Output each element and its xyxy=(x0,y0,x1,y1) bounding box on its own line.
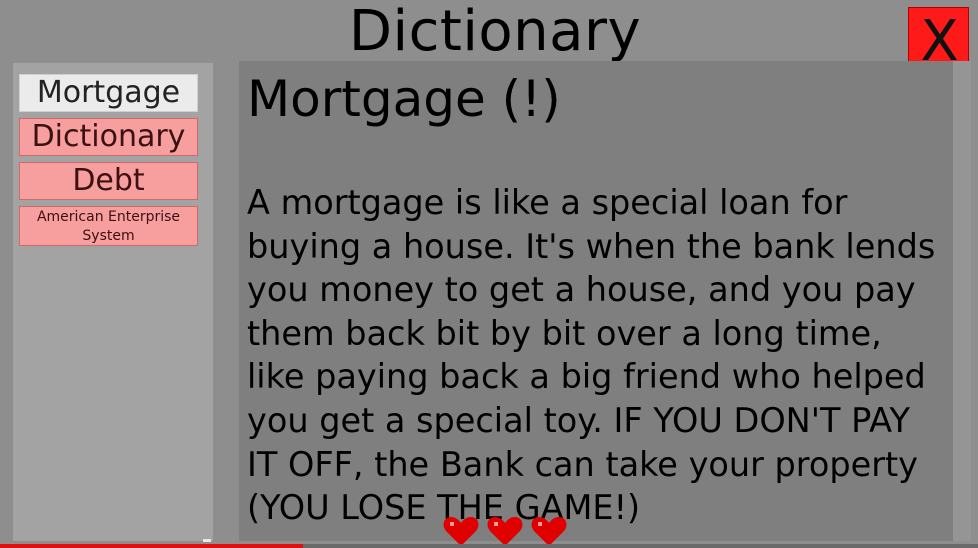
page-title: Dictionary xyxy=(348,0,642,64)
term-item-debt[interactable]: Debt xyxy=(19,162,198,200)
term-list[interactable]: Mortgage (!) Dictionary Debt American En… xyxy=(13,63,213,541)
term-item-label: Mortgage (!) xyxy=(36,75,181,110)
term-item-label: Dictionary xyxy=(31,119,186,154)
heart-icon xyxy=(487,517,523,546)
term-item-dictionary[interactable]: Dictionary xyxy=(19,118,198,156)
scroll-marker xyxy=(203,539,211,542)
game-screen: Dictionary X Mortgage (!) Dictionary Deb… xyxy=(0,0,978,548)
definition-scrollbar[interactable] xyxy=(953,61,971,541)
heart-icon xyxy=(443,517,479,546)
video-progress-fill xyxy=(0,544,303,548)
definition-panel: Mortgage (!) A mortgage is like a specia… xyxy=(239,61,953,541)
entry-title: Mortgage (!) xyxy=(247,70,561,128)
term-item-mortgage[interactable]: Mortgage (!) xyxy=(19,74,198,112)
entry-definition: A mortgage is like a special loan for bu… xyxy=(247,183,936,528)
term-item-american-enterprise-system[interactable]: American Enterprise System xyxy=(19,206,198,246)
term-item-label: Debt xyxy=(72,163,145,198)
term-item-label: American Enterprise System xyxy=(36,209,181,244)
heart-icon xyxy=(531,517,567,546)
